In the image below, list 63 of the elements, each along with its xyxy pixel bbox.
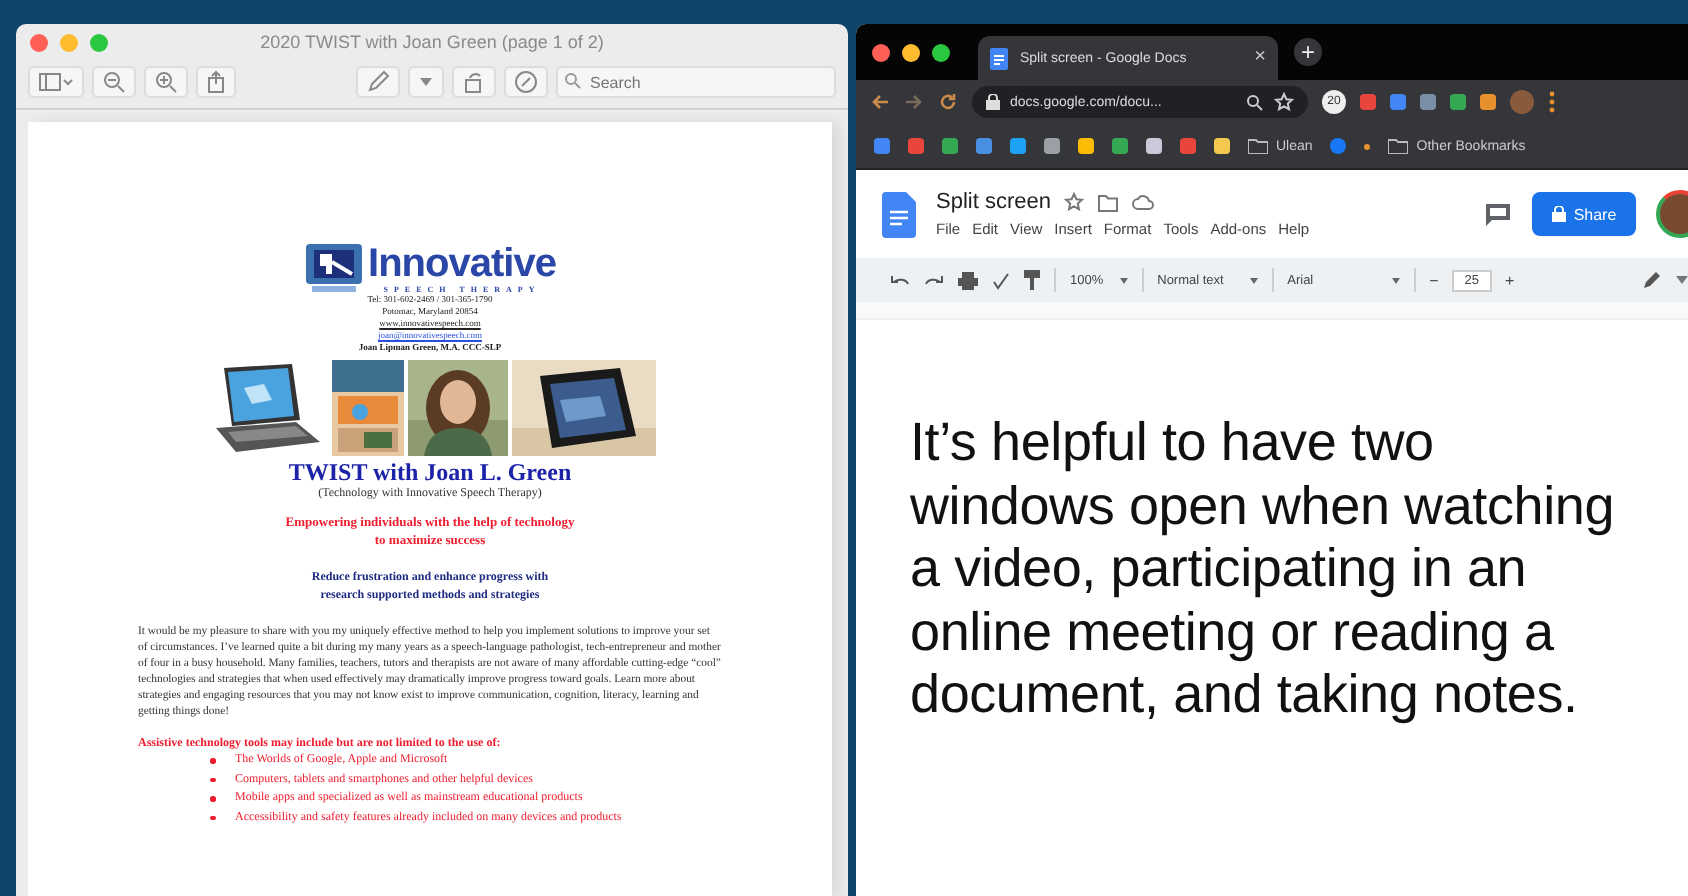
document-heading: TWIST with Joan L. Green (288, 460, 572, 486)
bookmark-icon[interactable] (1010, 138, 1026, 154)
bookmark-icon[interactable] (1044, 138, 1060, 154)
close-tab-button[interactable]: × (1254, 48, 1266, 68)
folder-icon[interactable] (1248, 138, 1268, 154)
share-icon[interactable] (196, 66, 236, 98)
close-button[interactable] (872, 43, 890, 61)
spellcheck-icon[interactable] (992, 271, 1010, 289)
share-button[interactable]: Share (1532, 192, 1636, 236)
bookmark-icon[interactable] (976, 138, 992, 154)
bookmark-icon[interactable] (874, 138, 890, 154)
bullet-icon (210, 796, 215, 802)
new-tab-button[interactable]: + (1294, 38, 1322, 66)
forward-icon[interactable] (904, 92, 924, 112)
markup-icon[interactable] (504, 66, 548, 98)
bookmark-icon[interactable] (1078, 138, 1094, 154)
reload-icon[interactable] (938, 92, 958, 112)
bookmark-icon[interactable] (1146, 138, 1162, 154)
bookmark-icon[interactable] (908, 138, 924, 154)
logo-name: Innovative (368, 244, 556, 284)
caret-icon[interactable] (1676, 276, 1688, 284)
more-bookmarks-icon[interactable] (1364, 143, 1371, 149)
docs-icon (990, 47, 1008, 69)
bookmark-icon[interactable] (1180, 138, 1196, 154)
zoom-in-icon[interactable] (144, 66, 188, 98)
zoom-out-icon[interactable] (92, 66, 136, 98)
docs-icon[interactable] (882, 191, 916, 237)
document-text: It’s helpful to have two windows open when watching a video, participating in an online meeting or reading a document, and taking notes. (910, 412, 1615, 727)
caret-icon[interactable] (408, 66, 444, 98)
lock-icon (1551, 206, 1566, 222)
bookmark-icon[interactable] (1112, 138, 1128, 154)
logo-icon (304, 242, 365, 294)
print-icon[interactable] (958, 271, 978, 289)
paint-format-icon[interactable] (1024, 270, 1040, 290)
search-icon[interactable] (1246, 93, 1264, 111)
document-title[interactable]: Split screen (936, 190, 1051, 214)
lock-icon (986, 94, 1000, 110)
redo-icon[interactable] (924, 272, 944, 288)
pen-icon[interactable] (356, 66, 400, 98)
cloud-icon[interactable] (1132, 194, 1155, 210)
bookmark-icon[interactable] (942, 138, 958, 154)
window-title: 2020 TWIST with Joan Green (page 1 of 2) (258, 32, 606, 52)
pen-icon[interactable] (1642, 270, 1662, 290)
menu-icon[interactable] (1548, 90, 1556, 114)
comment-icon[interactable] (1484, 201, 1512, 227)
bullet-icon (210, 777, 215, 783)
sidebar-icon[interactable] (28, 66, 84, 98)
undo-icon[interactable] (890, 272, 910, 288)
bookmark-icon[interactable] (1330, 138, 1347, 154)
zoom-button[interactable] (932, 43, 950, 61)
rotate-icon[interactable] (452, 66, 496, 98)
increase-size-button[interactable]: + (1505, 271, 1515, 289)
star-icon[interactable] (1274, 92, 1294, 112)
bullet-icon (210, 815, 215, 821)
folder-icon[interactable] (1098, 193, 1119, 211)
bookmark-icon[interactable] (1214, 138, 1230, 154)
star-icon[interactable] (1064, 192, 1085, 212)
decrease-size-button[interactable]: − (1429, 271, 1439, 289)
bullet-icon (210, 758, 215, 764)
back-icon[interactable] (870, 92, 890, 112)
minimize-button[interactable] (902, 43, 920, 61)
search-field[interactable]: Search (556, 66, 836, 98)
folder-icon[interactable] (1388, 138, 1409, 154)
